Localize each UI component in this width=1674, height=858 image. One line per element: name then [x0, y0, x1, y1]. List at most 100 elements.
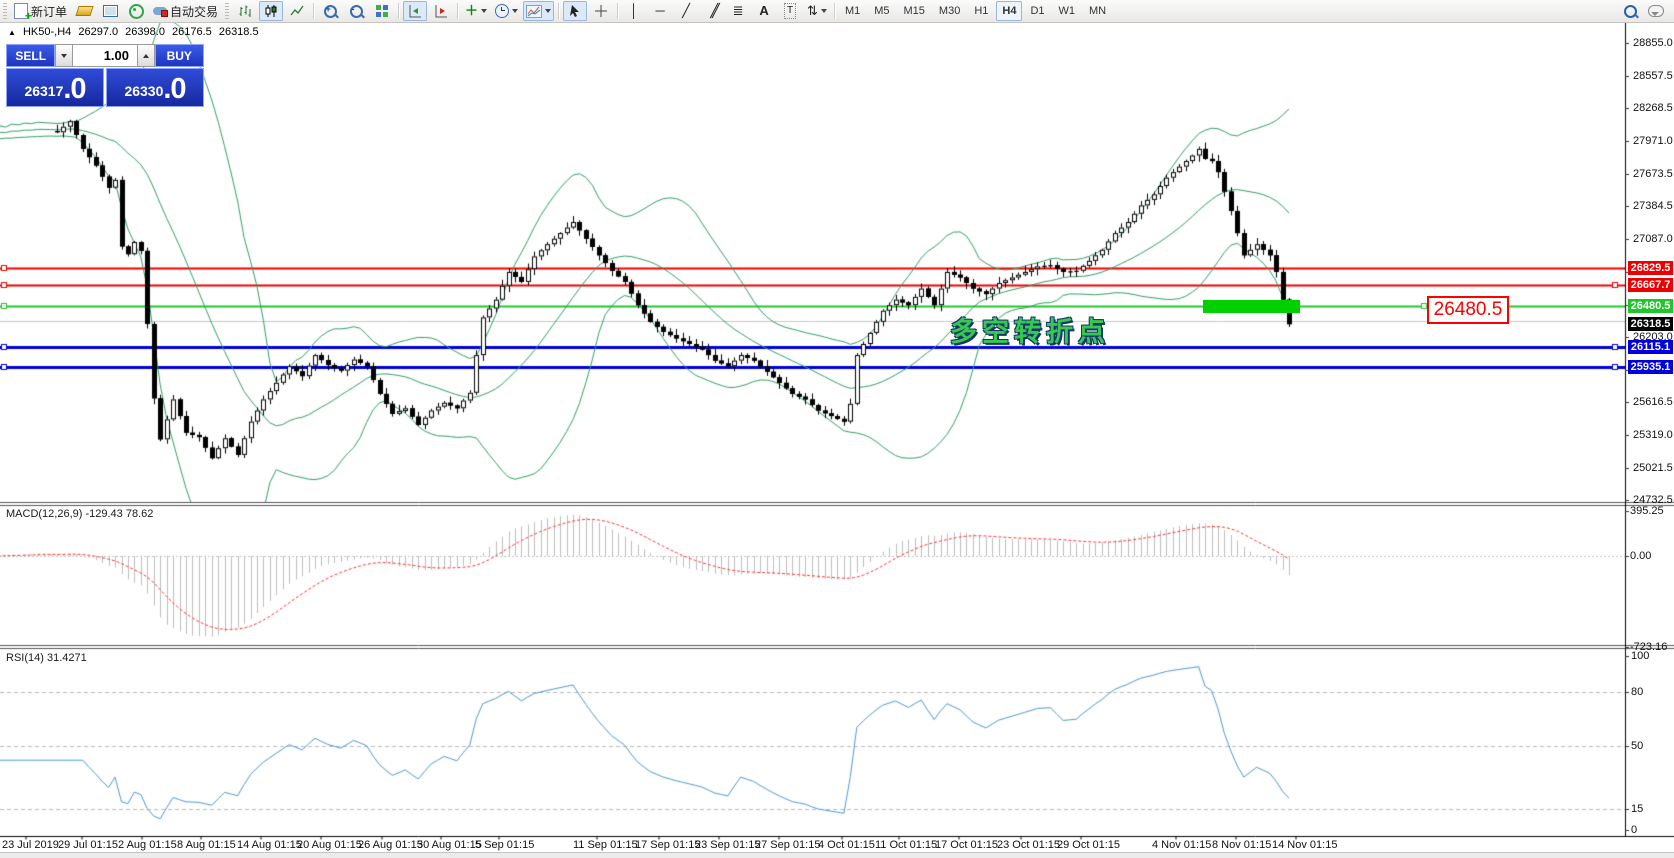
- price-axis-tick: 27673.5: [1633, 167, 1673, 180]
- price-box-annotation[interactable]: 26480.5: [1427, 296, 1509, 324]
- terminal-button[interactable]: [98, 1, 122, 21]
- one-click-trading-panel: SELL BUY 26317 .0 26330 .0: [6, 44, 204, 107]
- horizontal-line-icon: ─: [655, 3, 665, 18]
- ohlc-high: 26398.0: [125, 26, 165, 38]
- volume-decrease-button[interactable]: [55, 44, 73, 67]
- line-chart-mode-button[interactable]: [285, 1, 309, 21]
- horizontal-line-tool-button[interactable]: ─: [648, 1, 672, 21]
- timeframe-h1-button[interactable]: H1: [968, 1, 994, 21]
- auto-scroll-button[interactable]: [429, 1, 453, 21]
- macd-axis-tick: 0.00: [1630, 550, 1652, 562]
- fibonacci-icon: ≣: [732, 3, 744, 18]
- zoom-in-button[interactable]: +: [318, 1, 342, 21]
- zoom-out-icon: -: [349, 4, 363, 18]
- trading-terminal-window: 新订单 自动交易 + - ＋: [0, 0, 1674, 858]
- timeframe-m5-button[interactable]: M5: [868, 1, 895, 21]
- chart-shift-icon: [409, 5, 422, 18]
- chat-button[interactable]: [1644, 1, 1668, 21]
- rsi-axis-tick: 100: [1631, 650, 1650, 662]
- template-menu-button[interactable]: [523, 1, 555, 21]
- search-button[interactable]: [1618, 1, 1642, 21]
- timeframe-mn-button[interactable]: MN: [1083, 1, 1112, 21]
- timeframe-h4-button[interactable]: H4: [996, 1, 1023, 21]
- period-menu-button[interactable]: [492, 1, 521, 21]
- vertical-line-icon: │: [629, 3, 639, 18]
- volume-input[interactable]: [73, 44, 137, 67]
- time-axis-label: 20 Aug 01:15: [297, 839, 362, 851]
- time-axis-label: 17 Oct 01:15: [935, 839, 998, 851]
- crosshair-tool-button[interactable]: [589, 1, 613, 21]
- candlestick-mode-button[interactable]: [259, 1, 284, 21]
- toolbar-grip[interactable]: [225, 3, 230, 19]
- trendline-tool-button[interactable]: ╱: [674, 1, 698, 21]
- market-watch-button[interactable]: [72, 1, 96, 21]
- collapse-triangle-icon[interactable]: ▲: [8, 28, 16, 37]
- time-axis-label: 8 Aug 01:15: [177, 839, 236, 851]
- buy-button[interactable]: BUY: [154, 44, 204, 67]
- cursor-tool-button[interactable]: [563, 1, 588, 21]
- text-tool-button[interactable]: A: [752, 1, 776, 21]
- price-axis-tick: 28855.0: [1633, 37, 1673, 49]
- timeframe-m30-button[interactable]: M30: [933, 1, 966, 21]
- signal-icon: [128, 3, 144, 19]
- toolbar-grip[interactable]: [3, 3, 7, 19]
- chart-header: ▲ HK50-,H4 26297.0 26398.0 26176.5 26318…: [8, 26, 263, 38]
- label-tool-button[interactable]: T: [778, 1, 802, 21]
- current-price-badge: 26318.5: [1628, 317, 1673, 332]
- time-axis-label: 23 Oct 01:15: [997, 839, 1060, 851]
- timeframe-w1-button[interactable]: W1: [1053, 1, 1082, 21]
- toolbar-separator: [457, 3, 459, 19]
- macd-indicator-label: MACD(12,26,9) -129.43 78.62: [6, 508, 154, 520]
- signal-button[interactable]: [124, 1, 148, 21]
- toolbar-separator: [398, 3, 400, 19]
- time-axis-label: 27 Sep 01:15: [755, 839, 821, 851]
- price-line-badge: 25935.1: [1628, 359, 1673, 374]
- add-indicator-button[interactable]: ＋: [462, 1, 490, 21]
- zoom-out-button[interactable]: -: [344, 1, 368, 21]
- search-icon: [1623, 4, 1637, 18]
- shapes-icon: ⇅: [807, 3, 818, 18]
- time-axis-label: 11 Oct 01:15: [875, 839, 938, 851]
- sell-price-display[interactable]: 26317 .0: [6, 68, 104, 107]
- autotrade-label: 自动交易: [170, 4, 219, 19]
- timeframe-d1-button[interactable]: D1: [1024, 1, 1050, 21]
- timeframe-m15-button[interactable]: M15: [898, 1, 931, 21]
- rsi-axis-tick: 50: [1631, 740, 1644, 752]
- chart-shift-button[interactable]: [403, 1, 428, 21]
- autotrade-cloud-icon: [153, 7, 169, 17]
- vertical-line-tool-button[interactable]: │: [622, 1, 646, 21]
- time-axis-label: 2 Aug 01:15: [118, 839, 177, 851]
- price-axis-tick: 25021.5: [1633, 462, 1673, 474]
- time-axis-label: 23 Sep 01:15: [695, 839, 761, 851]
- shapes-tool-button[interactable]: ⇅: [804, 1, 830, 21]
- channel-tool-button[interactable]: ╱╱: [700, 1, 724, 21]
- price-axis-tick: 25616.5: [1633, 396, 1673, 409]
- fibonacci-tool-button[interactable]: ≣: [726, 1, 750, 21]
- triangle-up-icon: [142, 53, 149, 58]
- sell-button[interactable]: SELL: [6, 44, 56, 67]
- price-axis-tick: 27087.0: [1633, 233, 1673, 245]
- volume-increase-button[interactable]: [137, 44, 155, 67]
- ohlc-open: 26297.0: [78, 26, 119, 38]
- tile-windows-button[interactable]: [370, 1, 394, 21]
- buy-price-fraction: .0: [163, 73, 186, 105]
- new-order-button[interactable]: 新订单: [11, 1, 70, 23]
- ohlc-close: 26318.5: [218, 26, 259, 38]
- tile-windows-icon: [376, 5, 389, 17]
- buy-price-display[interactable]: 26330 .0: [106, 68, 204, 107]
- timeframe-m1-button[interactable]: M1: [839, 1, 866, 21]
- chevron-down-icon: [820, 9, 827, 13]
- autotrade-button[interactable]: 自动交易: [150, 1, 221, 21]
- status-bar: [0, 852, 1674, 858]
- price-line-badge: 26829.5: [1628, 260, 1673, 275]
- price-axis-tick: 25319.0: [1633, 429, 1673, 442]
- gold-bar-icon: [74, 6, 94, 16]
- price-line-badge: 26480.5: [1628, 299, 1673, 314]
- ohlc-low: 26176.5: [172, 26, 212, 38]
- bar-chart-mode-button[interactable]: [233, 1, 257, 21]
- turning-point-text-annotation[interactable]: 多空转折点: [950, 310, 1110, 349]
- add-indicator-icon: ＋: [465, 3, 479, 18]
- macd-axis-tick: 395.25: [1630, 504, 1664, 517]
- toolbar-separator: [833, 3, 835, 19]
- highlight-rectangle-annotation[interactable]: [1203, 300, 1300, 313]
